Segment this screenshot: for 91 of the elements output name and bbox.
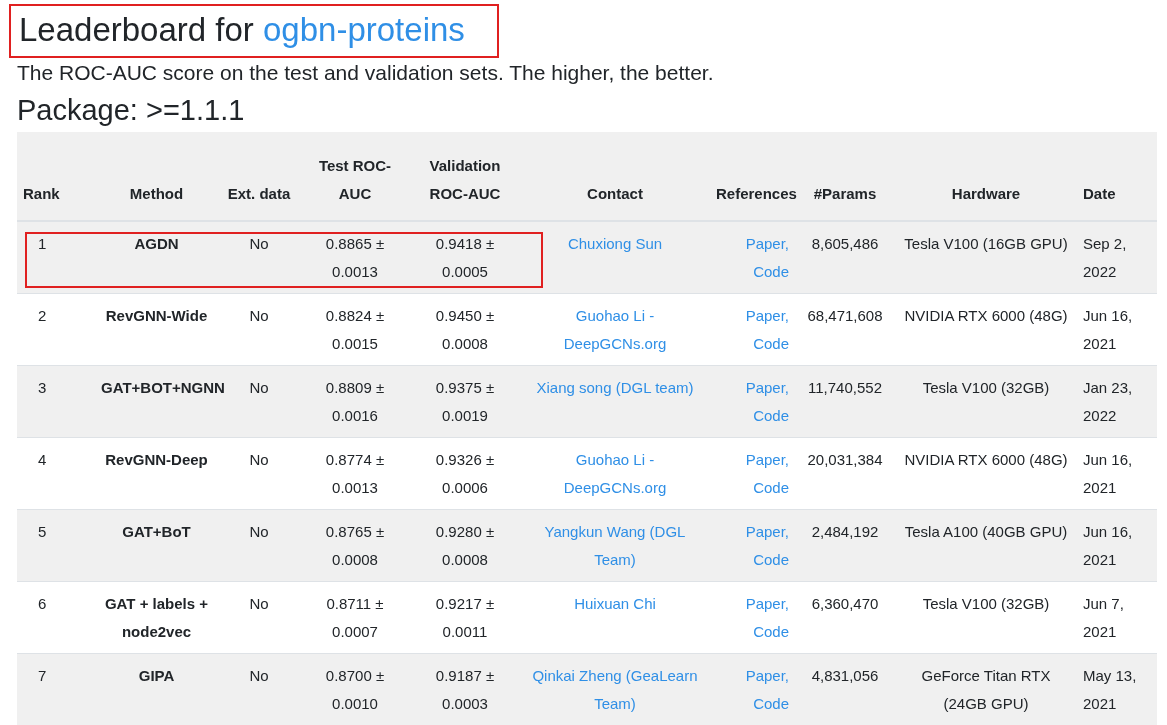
column-header: Validation ROC-AUC <box>429 157 501 202</box>
validation-score-cell: 0.9418 ± 0.0005 <box>435 235 495 280</box>
params-cell: 20,031,384 <box>807 451 883 468</box>
column-header: Hardware <box>951 185 1021 202</box>
params-cell: 6,360,470 <box>811 595 879 612</box>
test-score-cell: 0.8809 ± 0.0016 <box>325 379 385 424</box>
rank-cell-text: 7 <box>37 667 47 684</box>
rank-cell-text: 3 <box>37 379 47 396</box>
contact-link[interactable]: Guohao Li - DeepGCNs.org <box>530 446 700 502</box>
validation-score-cell: 0.9217 ± 0.0011 <box>435 595 495 640</box>
reference-link[interactable]: Paper, <box>745 379 789 396</box>
date-cell: Jan 23, 2022 <box>1083 379 1133 424</box>
reference-link[interactable]: Code <box>753 263 789 280</box>
ext-data-cell: No <box>249 667 269 684</box>
reference-link[interactable]: Paper, <box>745 667 789 684</box>
rank-cell-text: 6 <box>37 595 47 612</box>
hardware-cell: GeForce Titan RTX (24GB GPU) <box>921 667 1051 712</box>
ext-data-cell: No <box>249 379 269 396</box>
params-cell: 8,605,486 <box>811 235 879 252</box>
test-score-cell: 0.8865 ± 0.0013 <box>325 235 385 280</box>
params-cell: 68,471,608 <box>807 307 883 324</box>
validation-score-cell: 0.9187 ± 0.0003 <box>435 667 495 712</box>
method-cell: AGDN <box>134 235 179 252</box>
validation-score-cell: 0.9326 ± 0.0006 <box>435 451 495 496</box>
hardware-cell: NVIDIA RTX 6000 (48G) <box>904 451 1068 468</box>
test-score-cell: 0.8765 ± 0.0008 <box>325 523 385 568</box>
reference-link[interactable]: Code <box>753 623 789 640</box>
reference-link[interactable]: Code <box>753 335 789 352</box>
hardware-cell: Tesla V100 (32GB) <box>922 379 1050 396</box>
hardware-cell: Tesla V100 (32GB) <box>922 595 1050 612</box>
contact-link[interactable]: Qinkai Zheng (GeaLearn Team) <box>530 662 700 718</box>
package-heading: Package: >=1.1.1 <box>17 93 246 128</box>
rank-cell-text: 2 <box>37 307 47 324</box>
page-title: Leaderboard for ogbn-proteins <box>9 4 499 58</box>
column-header: Method <box>129 185 184 202</box>
rank-cell-text: 1 <box>37 235 47 252</box>
column-header: References <box>716 185 797 202</box>
column-header: Test ROC-AUC <box>318 157 392 202</box>
hardware-cell: NVIDIA RTX 6000 (48G) <box>904 307 1068 324</box>
method-cell: GAT+BoT <box>122 523 191 540</box>
validation-score-cell: 0.9375 ± 0.0019 <box>435 379 495 424</box>
description: The ROC-AUC score on the test and validation sets. The higher, the better. <box>17 60 715 86</box>
method-cell: GAT+BOT+NGNN <box>101 379 225 396</box>
reference-link[interactable]: Paper, <box>745 523 789 540</box>
ext-data-cell: No <box>249 235 269 252</box>
column-header: Ext. data <box>227 185 291 202</box>
reference-link[interactable]: Code <box>753 479 789 496</box>
validation-score-cell: 0.9280 ± 0.0008 <box>435 523 495 568</box>
method-cell: GAT + labels + node2vec <box>104 595 209 640</box>
rank-cell-text: 4 <box>37 451 47 468</box>
method-cell: RevGNN-Deep <box>105 451 208 468</box>
hardware-cell: Tesla A100 (40GB GPU) <box>904 523 1068 540</box>
params-cell: 11,740,552 <box>808 379 882 396</box>
ext-data-cell: No <box>249 523 269 540</box>
date-cell: Sep 2, 2022 <box>1083 235 1127 280</box>
reference-link[interactable]: Code <box>753 551 789 568</box>
dataset-link[interactable]: ogbn-proteins <box>263 11 465 48</box>
date-cell: Jun 16, 2021 <box>1083 307 1133 352</box>
ext-data-cell: No <box>249 451 269 468</box>
column-header: Contact <box>587 185 643 202</box>
reference-link[interactable]: Paper, <box>745 451 789 468</box>
column-header: Date <box>1083 185 1116 202</box>
rank-cell-text: 5 <box>37 523 47 540</box>
test-score-cell: 0.8711 ± 0.0007 <box>326 595 384 640</box>
column-header: #Params <box>813 185 877 202</box>
method-cell: RevGNN-Wide <box>105 307 208 324</box>
contact-link[interactable]: Guohao Li - DeepGCNs.org <box>530 302 700 358</box>
date-cell: Jun 16, 2021 <box>1083 523 1133 568</box>
reference-link[interactable]: Paper, <box>745 235 789 252</box>
test-score-cell: 0.8700 ± 0.0010 <box>325 667 385 712</box>
test-score-cell: 0.8824 ± 0.0015 <box>325 307 385 352</box>
contact-link[interactable]: Yangkun Wang (DGL Team) <box>530 518 700 574</box>
hardware-cell: Tesla V100 (16GB GPU) <box>904 235 1068 252</box>
contact-link[interactable]: Huixuan Chi <box>574 590 656 618</box>
ext-data-cell: No <box>249 595 269 612</box>
params-cell: 4,831,056 <box>811 667 879 684</box>
date-cell: Jun 16, 2021 <box>1083 451 1133 496</box>
column-header: Rank <box>23 185 60 202</box>
date-cell: May 13, 2021 <box>1083 667 1137 712</box>
contact-link[interactable]: Xiang song (DGL team) <box>536 374 694 402</box>
method-cell: GIPA <box>138 667 175 684</box>
reference-link[interactable]: Code <box>753 695 789 712</box>
contact-link[interactable]: Chuxiong Sun <box>567 230 663 258</box>
test-score-cell: 0.8774 ± 0.0013 <box>325 451 385 496</box>
date-cell: Jun 7, 2021 <box>1083 595 1124 640</box>
validation-score-cell: 0.9450 ± 0.0008 <box>435 307 495 352</box>
reference-link[interactable]: Paper, <box>745 307 789 324</box>
params-cell: 2,484,192 <box>811 523 879 540</box>
reference-link[interactable]: Code <box>753 407 789 424</box>
reference-link[interactable]: Paper, <box>745 595 789 612</box>
ext-data-cell: No <box>249 307 269 324</box>
